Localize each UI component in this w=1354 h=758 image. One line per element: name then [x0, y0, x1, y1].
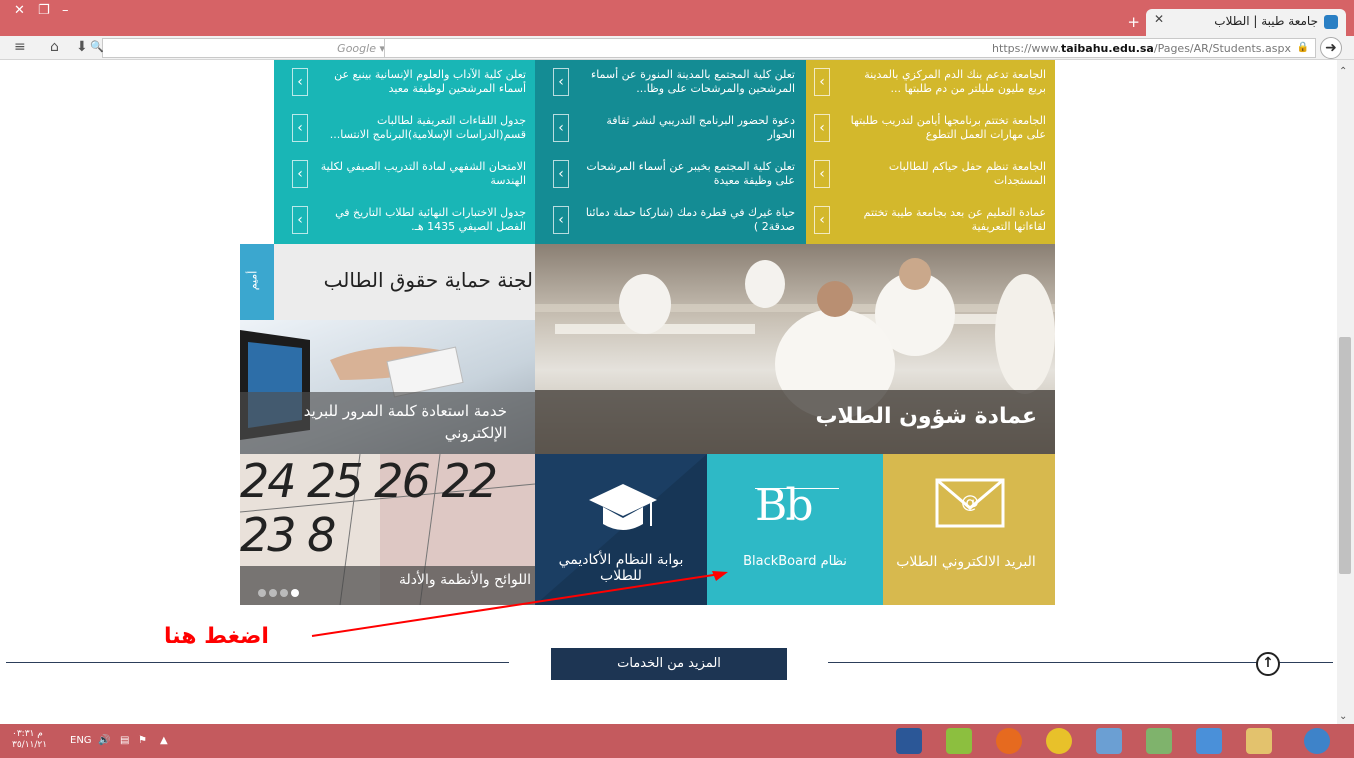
news-item[interactable]: تعلن كلية الآداب والعلوم الإنسانية بينبع… [320, 68, 526, 96]
carousel-dots[interactable] [258, 582, 299, 601]
chevron-left-icon[interactable]: ‹ [292, 68, 308, 96]
chevron-left-icon[interactable]: ‹ [292, 114, 308, 142]
carousel-dot[interactable] [258, 589, 266, 597]
lock-icon: 🔒 [1296, 42, 1309, 53]
new-tab-icon[interactable]: + [1127, 13, 1140, 31]
firefox-icon[interactable] [996, 728, 1022, 754]
minimize-window-icon[interactable]: – [62, 4, 69, 18]
close-tab-icon[interactable]: ✕ [1154, 12, 1164, 26]
volume-icon[interactable]: 🔊 [98, 735, 110, 746]
menu-icon[interactable]: ≡ [14, 39, 26, 55]
chevron-left-icon[interactable]: ‹ [292, 206, 308, 234]
chevron-left-icon[interactable]: ‹ [814, 114, 830, 142]
tab-title: جامعة طيبة | الطلاب [1214, 14, 1318, 28]
windows-taskbar: م ٠٣:٣١ ٣٥/١١/٢١ ENG 🔊 ▤ ⚑ ▲ [0, 724, 1354, 758]
deanship-student-affairs-tile[interactable]: عمادة شؤون الطلاب [535, 244, 1055, 454]
chevron-left-icon[interactable]: ‹ [292, 160, 308, 188]
carousel-dot[interactable] [280, 589, 288, 597]
news-panel-yellow: الجامعة تدعم بنك الدم المركزي بالمدينة ب… [806, 60, 1055, 244]
start-button-icon[interactable] [1304, 728, 1330, 754]
paint-palette-icon[interactable] [1096, 728, 1122, 754]
chevron-left-icon[interactable]: ‹ [814, 68, 830, 96]
more-services-button[interactable]: المزيد من الخدمات [551, 648, 787, 680]
scroll-thumb[interactable] [1339, 337, 1351, 574]
browser-titlebar: ✕ ❐ – + جامعة طيبة | الطلاب ✕ [0, 0, 1354, 36]
browser-navbar: ≡ ⌂ ⬇ Google ▾ g 🔍 ↺ ▿ https://www.taiba… [0, 36, 1354, 60]
chrome-icon[interactable] [1046, 728, 1072, 754]
graduation-cap-icon [589, 484, 657, 530]
address-bar[interactable]: https://www.taibahu.edu.sa/Pages/AR/Stud… [384, 38, 1316, 58]
password-recovery-tile[interactable]: خدمة استعادة كلمة المرور للبريد الإلكترو… [240, 320, 535, 454]
page-scrollbar[interactable]: ⌃ ⌄ [1337, 60, 1354, 724]
annotation-arrow [311, 571, 728, 637]
word-icon[interactable] [896, 728, 922, 754]
chevron-left-icon[interactable]: ‹ [553, 160, 569, 188]
bb-logo-line [755, 488, 839, 489]
email-envelope-icon: @ [935, 478, 1005, 528]
tray-expand-icon[interactable]: ▲ [160, 735, 168, 746]
carousel-dot[interactable] [269, 589, 277, 597]
svg-text:@: @ [961, 492, 979, 513]
browser-tab[interactable]: جامعة طيبة | الطلاب ✕ [1146, 9, 1346, 36]
flag-icon[interactable]: ⚑ [138, 735, 147, 746]
news-item[interactable]: دعوة لحضور البرنامج التدريبي لنشر ثقافة … [581, 114, 795, 142]
chevron-left-icon[interactable]: ‹ [553, 206, 569, 234]
divider-line [6, 662, 509, 663]
tools-icon[interactable] [1146, 728, 1172, 754]
scroll-up-icon[interactable]: ⌃ [1339, 66, 1347, 77]
rights-side-logo: أميم [246, 270, 260, 291]
paint-icon[interactable] [946, 728, 972, 754]
news-item[interactable]: عمادة التعليم عن بعد بجامعة طيبة تختتم ل… [850, 206, 1046, 234]
news-panel-teal-dark: تعلن كلية المجتمع بالمدينة المنورة عن أس… [535, 60, 806, 244]
news-item[interactable]: الجامعة تدعم بنك الدم المركزي بالمدينة ب… [850, 68, 1046, 96]
news-item[interactable]: تعلن كلية المجتمع بالمدينة المنورة عن أس… [581, 68, 795, 96]
news-item[interactable]: الجامعة تختتم برنامجها أيامن لتدريب طلبت… [850, 114, 1046, 142]
home-icon[interactable]: ⌂ [50, 39, 59, 55]
news-item[interactable]: جدول اللقاءات التعريفية لطالبات قسم(الدر… [320, 114, 526, 142]
carousel-dot-active[interactable] [291, 589, 299, 597]
drawing-icon[interactable] [1196, 728, 1222, 754]
magnifier-icon: 🔍 [90, 40, 104, 53]
back-to-top-icon[interactable]: ↑ [1256, 652, 1280, 676]
news-item[interactable]: تعلن كلية المجتمع بخيبر عن أسماء المرشحا… [581, 160, 795, 188]
student-rights-label: لجنة حماية حقوق الطالب [323, 268, 533, 292]
clock[interactable]: م ٠٣:٣١ ٣٥/١١/٢١ [12, 729, 47, 751]
search-input[interactable]: Google ▾ g [102, 38, 414, 58]
news-panel-teal: تعلن كلية الآداب والعلوم الإنسانية بينبع… [274, 60, 535, 244]
calendar-numbers: 24 25 26 22 23 8 [240, 454, 498, 562]
chevron-left-icon[interactable]: ‹ [814, 206, 830, 234]
network-icon[interactable]: ▤ [120, 735, 129, 746]
blackboard-label: نظام BlackBoard [743, 554, 847, 569]
news-item[interactable]: جدول الاختبارات النهائية لطلاب التاريخ ف… [320, 206, 526, 234]
download-icon[interactable]: ⬇ [76, 39, 88, 55]
password-recovery-label: خدمة استعادة كلمة المرور للبريد الإلكترو… [303, 402, 507, 442]
chevron-left-icon[interactable]: ‹ [553, 68, 569, 96]
rights-side-strip: أميم [240, 244, 274, 320]
news-item[interactable]: الجامعة تنظم حفل حياكم للطالبات المستجدا… [850, 160, 1046, 188]
news-item[interactable]: حياة غيرك في قطرة دمك (شاركنا حملة دمائن… [581, 206, 795, 234]
file-explorer-icon[interactable] [1246, 728, 1272, 754]
scroll-down-icon[interactable]: ⌄ [1339, 711, 1347, 722]
language-indicator[interactable]: ENG [70, 735, 92, 746]
deanship-label: عمادة شؤون الطلاب [815, 404, 1037, 429]
chevron-left-icon[interactable]: ‹ [553, 114, 569, 142]
close-window-icon[interactable]: ✕ [14, 4, 25, 18]
restore-window-icon[interactable]: ❐ [38, 4, 50, 18]
site-favicon-icon [1324, 15, 1338, 29]
chevron-left-icon[interactable]: ‹ [814, 160, 830, 188]
go-arrow-icon[interactable]: ➜ [1320, 37, 1342, 59]
student-rights-tile[interactable]: أميم لجنة حماية حقوق الطالب [240, 244, 535, 320]
news-item[interactable]: الامتحان الشفهي لمادة التدريب الصيفي لكل… [320, 160, 526, 188]
student-email-label: البريد الالكتروني الطلاب [896, 554, 1036, 570]
student-email-tile[interactable]: @ البريد الالكتروني الطلاب [883, 454, 1055, 605]
click-here-annotation: اضغط هنا [164, 624, 269, 649]
